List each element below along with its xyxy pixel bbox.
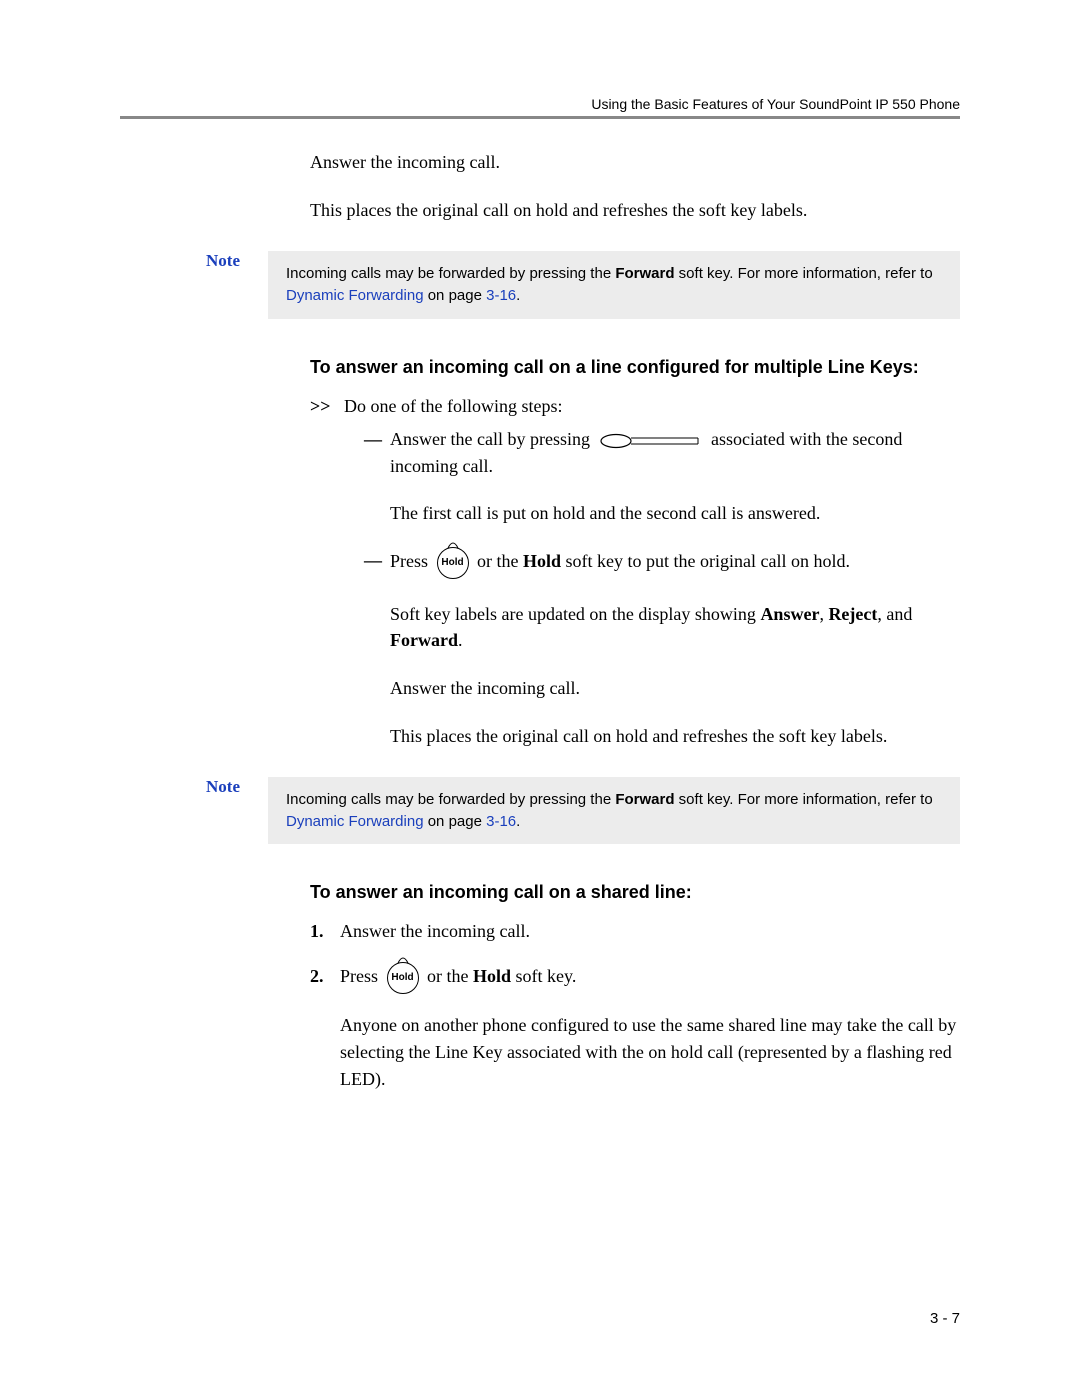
substep-1: Answer the call by pressing associated w…: [364, 426, 960, 526]
header-divider: [120, 116, 960, 119]
hold-button-icon: Hold: [433, 547, 473, 579]
step-text: Answer the incoming call.: [340, 921, 530, 941]
page-ref-link[interactable]: 3-16: [486, 287, 516, 304]
answer-softkey-name: Answer: [760, 604, 819, 624]
hold-button-label: Hold: [437, 547, 469, 579]
forward-softkey-name: Forward: [390, 630, 458, 650]
note-text: .: [516, 813, 520, 830]
step-lead-text: Do one of the following steps:: [344, 392, 562, 421]
substep-text: soft key to put the original call on hol…: [561, 551, 850, 571]
note-block-1: Note Incoming calls may be forwarded by …: [120, 251, 960, 319]
substep-paragraph: This places the original call on hold an…: [390, 723, 960, 749]
forward-softkey-name: Forward: [615, 791, 674, 808]
substep-list: Answer the call by pressing associated w…: [310, 426, 960, 748]
reject-softkey-name: Reject: [828, 604, 877, 624]
note-text: .: [516, 287, 520, 304]
step-number: 1.: [310, 917, 324, 946]
note-text: on page: [424, 813, 487, 830]
hold-softkey-name: Hold: [523, 551, 561, 571]
note-text: on page: [424, 287, 487, 304]
text: Soft key labels are updated on the displ…: [390, 604, 760, 624]
note-text: soft key. For more information, refer to: [675, 265, 933, 282]
substep-text: Press: [390, 551, 433, 571]
substep-follow: The first call is put on hold and the se…: [390, 500, 960, 526]
hold-button-label: Hold: [387, 962, 419, 994]
intro-paragraph-2: This places the original call on hold an…: [310, 197, 960, 223]
step-number: 2.: [310, 962, 324, 991]
note-text: soft key. For more information, refer to: [675, 791, 933, 808]
step-2: 2. Press Hold or the Hold soft key. Anyo…: [310, 962, 960, 1093]
substep-text: or the: [477, 551, 523, 571]
section-heading: To answer an incoming call on a shared l…: [310, 882, 960, 903]
section-multiple-line-keys: To answer an incoming call on a line con…: [310, 357, 960, 749]
intro-paragraph-1: Answer the incoming call.: [310, 149, 960, 175]
note-block-2: Note Incoming calls may be forwarded by …: [120, 777, 960, 845]
page-number: 3 - 7: [930, 1310, 960, 1327]
document-page: Using the Basic Features of Your SoundPo…: [0, 0, 1080, 1397]
section-heading: To answer an incoming call on a line con…: [310, 357, 960, 378]
step-text: or the: [427, 966, 473, 986]
content-column: Answer the incoming call. This places th…: [310, 149, 960, 223]
step-follow: Anyone on another phone configured to us…: [340, 1012, 960, 1093]
text: , and: [877, 604, 912, 624]
hold-button-icon: Hold: [383, 962, 423, 994]
note-body: Incoming calls may be forwarded by press…: [268, 777, 960, 845]
step-marker: >>: [310, 392, 344, 421]
step-text: Press: [340, 966, 383, 986]
substep-2: Press Hold or the Hold soft key to put t…: [364, 547, 960, 749]
dynamic-forwarding-link[interactable]: Dynamic Forwarding: [286, 287, 424, 304]
page-ref-link[interactable]: 3-16: [486, 813, 516, 830]
ordered-steps: 1. Answer the incoming call. 2. Press Ho…: [310, 917, 960, 1093]
substep-text: Answer the call by pressing: [390, 429, 594, 449]
step-1: 1. Answer the incoming call.: [310, 917, 960, 946]
section-shared-line: To answer an incoming call on a shared l…: [310, 882, 960, 1093]
step-lead: >> Do one of the following steps:: [310, 392, 960, 421]
dynamic-forwarding-link[interactable]: Dynamic Forwarding: [286, 813, 424, 830]
note-label: Note: [120, 251, 268, 271]
note-body: Incoming calls may be forwarded by press…: [268, 251, 960, 319]
substep-paragraph: Answer the incoming call.: [390, 675, 960, 701]
line-key-icon: [600, 432, 700, 450]
note-label: Note: [120, 777, 268, 797]
step-text: soft key.: [511, 966, 576, 986]
running-header: Using the Basic Features of Your SoundPo…: [120, 96, 960, 112]
note-text: Incoming calls may be forwarded by press…: [286, 791, 615, 808]
text: .: [458, 630, 463, 650]
forward-softkey-name: Forward: [615, 265, 674, 282]
note-text: Incoming calls may be forwarded by press…: [286, 265, 615, 282]
substep-follow: Soft key labels are updated on the displ…: [390, 601, 960, 653]
hold-softkey-name: Hold: [473, 966, 511, 986]
